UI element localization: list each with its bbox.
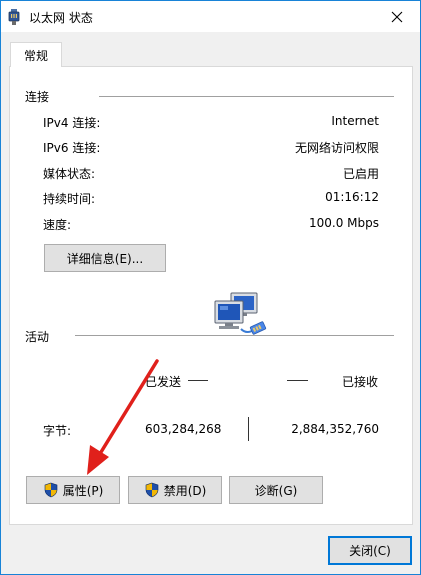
uac-shield-icon	[145, 482, 158, 498]
uac-shield-icon	[44, 482, 57, 498]
duration-label: 持续时间:	[43, 192, 96, 206]
properties-button[interactable]: 属性(P)	[26, 476, 120, 504]
connection-divider	[99, 96, 394, 97]
details-button[interactable]: 详细信息(E)...	[44, 244, 166, 272]
close-icon	[391, 11, 403, 22]
tab-general[interactable]: 常规	[10, 42, 62, 67]
close-window-button[interactable]	[374, 1, 420, 32]
sent-label: 已发送	[145, 375, 182, 389]
window-title: 以太网 状态	[29, 11, 93, 25]
media-state-label: 媒体状态:	[43, 167, 96, 181]
media-state-value: 已启用	[342, 167, 379, 181]
ipv4-value: Internet	[331, 114, 379, 128]
disable-button[interactable]: 禁用(D)	[128, 476, 222, 504]
ipv4-label: IPv4 连接:	[43, 116, 101, 130]
title-bar: 以太网 状态	[1, 1, 420, 32]
ipv6-label: IPv6 连接:	[43, 141, 101, 155]
bytes-sent-value: 603,284,268	[145, 422, 222, 436]
received-dash	[287, 380, 308, 381]
properties-button-label: 属性(P)	[62, 483, 104, 498]
sent-dash	[188, 380, 208, 381]
bytes-separator	[248, 417, 249, 441]
disable-button-label: 禁用(D)	[163, 483, 207, 498]
speed-value: 100.0 Mbps	[308, 216, 379, 230]
ipv6-value: 无网络访问权限	[294, 141, 379, 155]
duration-value: 01:16:12	[325, 190, 379, 204]
network-computers-icon	[214, 292, 267, 335]
speed-label: 速度:	[43, 218, 72, 232]
activity-group-title: 活动	[25, 328, 56, 345]
status-dialog: 以太网 状态 常规 连接 IPv4 连接: Internet IPv6 连接: …	[0, 0, 421, 575]
diagnose-button[interactable]: 诊断(G)	[229, 476, 323, 504]
bytes-received-value: 2,884,352,760	[291, 422, 379, 436]
received-label: 已接收	[342, 375, 379, 389]
close-button[interactable]: 关闭(C)	[328, 536, 412, 565]
connection-group-title: 连接	[25, 88, 56, 105]
network-adapter-icon	[8, 9, 20, 25]
bytes-label: 字节:	[43, 424, 72, 438]
